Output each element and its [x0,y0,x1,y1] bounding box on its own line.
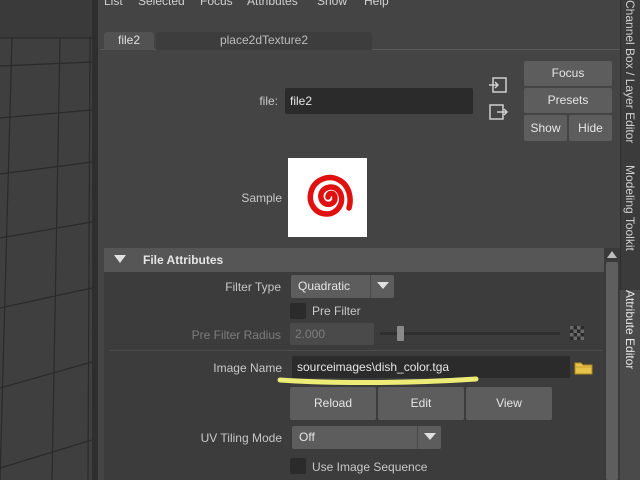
filter-type-dropdown[interactable]: Quadratic [291,275,394,298]
yellow-highlight-annotation [276,374,480,386]
scrollbar-thumb[interactable] [606,262,618,480]
menu-selected[interactable]: Selected [138,0,185,8]
tab-attribute-editor[interactable]: Attribute Editor [620,290,640,480]
show-button[interactable]: Show [524,115,567,141]
menu-help[interactable]: Help [364,0,389,8]
chevron-down-icon [370,275,394,298]
separator [110,350,602,351]
load-attributes-icon[interactable] [488,76,508,94]
sample-label: Sample [241,191,282,205]
panel-divider[interactable] [92,0,98,480]
use-image-sequence-checkbox[interactable] [290,458,306,474]
viewport-panel[interactable] [0,0,92,480]
pre-filter-radius-label: Pre Filter Radius [191,328,281,342]
hide-button[interactable]: Hide [569,115,612,141]
filter-type-value: Quadratic [298,279,351,293]
uv-tiling-mode-value: Off [299,430,315,444]
pre-filter-checkbox[interactable] [290,303,306,319]
pre-filter-label: Pre Filter [312,304,361,318]
focus-button[interactable]: Focus [524,61,612,86]
copy-tab-icon[interactable] [488,103,509,121]
menu-attributes[interactable]: Attributes [247,0,298,8]
file-attributes-header[interactable]: File Attributes [104,248,604,272]
presets-button[interactable]: Presets [524,88,612,113]
file-label: file: [259,94,278,108]
uv-tiling-mode-label: UV Tiling Mode [200,431,282,445]
menu-list[interactable]: List [104,0,123,8]
folder-icon[interactable] [574,360,594,376]
chevron-down-icon [417,426,441,449]
pre-filter-radius-slider-track[interactable] [380,332,560,335]
uv-tiling-mode-dropdown[interactable]: Off [292,426,441,449]
image-name-label: Image Name [213,361,282,375]
tab-place2dtexture2[interactable]: place2dTexture2 [156,32,372,50]
edit-button[interactable]: Edit [378,387,464,420]
scroll-up-arrow-icon[interactable] [607,251,617,258]
node-tabs: file2 place2dTexture2 [100,32,620,50]
sample-swatch [288,158,367,237]
section-title: File Attributes [143,253,224,267]
spiral-texture-image [307,174,353,217]
use-image-sequence-label: Use Image Sequence [312,460,428,474]
view-button[interactable]: View [466,387,552,420]
menu-focus[interactable]: Focus [200,0,233,8]
pre-filter-radius-slider-handle[interactable] [397,326,404,341]
checker-icon[interactable] [570,326,584,340]
node-name-field[interactable]: file2 [285,88,473,114]
attribute-editor-menubar: List Selected Focus Attributes Show Help [98,0,620,10]
tab-channel-box-layer-editor[interactable]: Channel Box / Layer Editor [620,0,640,160]
tab-modeling-toolkit[interactable]: Modeling Toolkit [620,165,640,285]
menu-show[interactable]: Show [317,0,347,8]
pre-filter-radius-field[interactable]: 2.000 [290,323,374,345]
filter-type-label: Filter Type [225,280,281,294]
tab-file2[interactable]: file2 [104,32,154,50]
viewport-grid [0,37,92,480]
collapse-arrow-icon[interactable] [114,255,126,263]
reload-button[interactable]: Reload [290,387,376,420]
